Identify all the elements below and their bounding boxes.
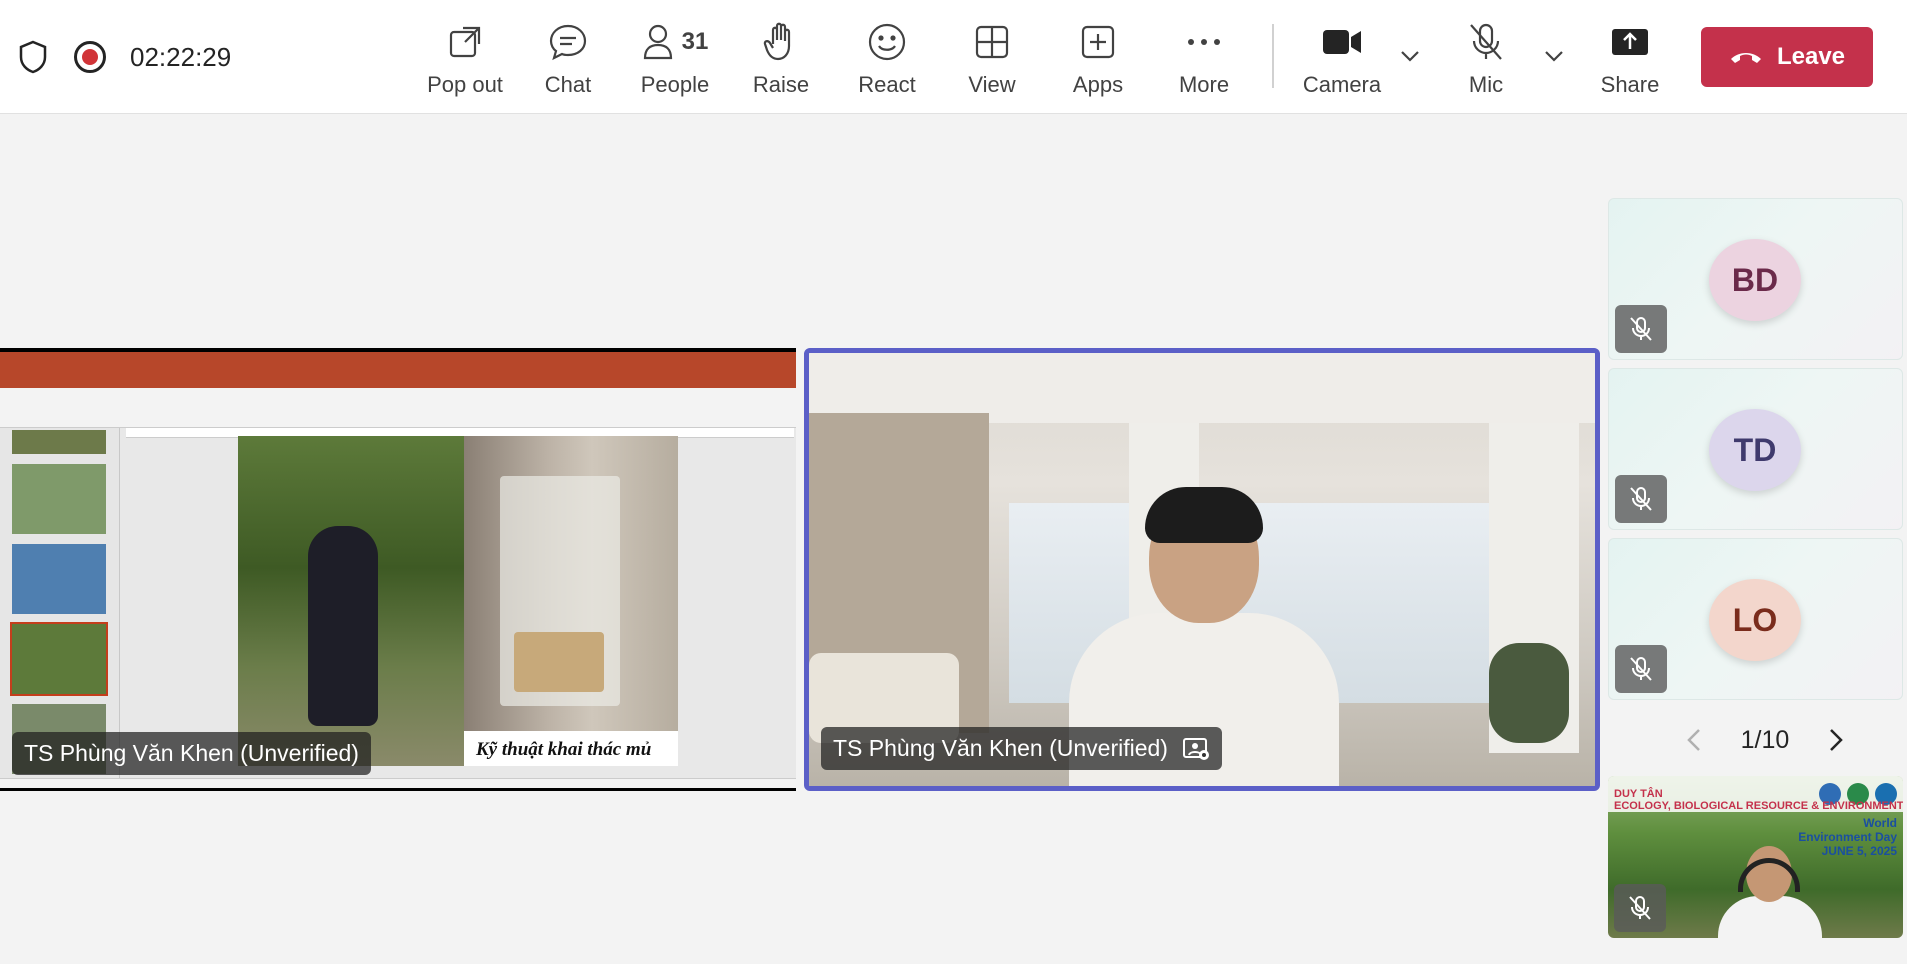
chat-button[interactable]: Chat xyxy=(526,20,610,100)
hang-up-icon xyxy=(1730,53,1761,63)
raise-hand-button[interactable]: Raise xyxy=(740,20,822,100)
pager-text: 1/10 xyxy=(1740,725,1790,754)
mic-button[interactable]: Mic xyxy=(1448,20,1524,100)
leave-label: Leave xyxy=(1776,43,1846,70)
camera-options-chevron-icon[interactable] xyxy=(1398,44,1422,68)
mic-off-icon xyxy=(1470,23,1502,60)
share-button[interactable]: Share xyxy=(1590,20,1670,100)
react-label: React xyxy=(858,72,916,97)
slide-thumbnails xyxy=(0,428,120,784)
ppt-status-bar xyxy=(0,778,796,788)
mic-off-icon xyxy=(1629,896,1651,920)
toolbar-divider xyxy=(1272,24,1274,88)
self-view-tile[interactable]: DUY TÂN ECOLOGY, BIOLOGICAL RESOURCE & E… xyxy=(1608,776,1903,938)
add-apps-icon xyxy=(1081,25,1115,59)
slide-thumbnail xyxy=(12,430,106,454)
slide-photo-latex-bag xyxy=(464,436,678,731)
people-count: 31 xyxy=(681,28,709,55)
event-name: World Environment Day xyxy=(1798,816,1897,844)
smiley-icon xyxy=(868,23,906,61)
react-button[interactable]: React xyxy=(845,20,929,100)
raise-label: Raise xyxy=(752,72,810,97)
chat-icon xyxy=(549,24,587,61)
mic-label: Mic xyxy=(1468,72,1504,97)
latex-bag xyxy=(500,476,620,706)
pop-out-icon xyxy=(449,26,481,58)
background-effect-icon xyxy=(1182,737,1209,760)
muted-indicator xyxy=(1615,305,1667,353)
ppt-title-bar xyxy=(0,352,796,374)
camera-label: Camera xyxy=(1302,72,1382,97)
mic-options-chevron-icon[interactable] xyxy=(1542,44,1566,68)
pop-out-button[interactable]: Pop out xyxy=(420,20,510,100)
participant-tile[interactable]: TD xyxy=(1608,368,1903,530)
next-page-icon[interactable] xyxy=(1827,727,1845,753)
mic-off-icon xyxy=(1630,657,1652,681)
muted-indicator xyxy=(1615,645,1667,693)
more-label: More xyxy=(1178,72,1230,97)
apps-button[interactable]: Apps xyxy=(1058,20,1138,100)
more-button[interactable]: More xyxy=(1164,20,1244,100)
recording-icon xyxy=(74,41,106,73)
meeting-timer: 02:22:29 xyxy=(130,42,232,72)
chat-label: Chat xyxy=(544,72,592,97)
avatar: BD xyxy=(1709,239,1801,321)
leave-button[interactable]: Leave xyxy=(1701,27,1873,87)
share-name-tag: TS Phùng Văn Khen (Unverified) xyxy=(12,732,371,775)
camera-icon xyxy=(1323,30,1361,54)
more-icon xyxy=(1188,39,1220,45)
share-presenter-name: TS Phùng Văn Khen (Unverified) xyxy=(24,740,359,766)
apps-label: Apps xyxy=(1072,72,1124,97)
ppt-ribbon xyxy=(0,388,796,428)
avatar: TD xyxy=(1709,409,1801,491)
participant-pager: 1/10 xyxy=(1685,720,1845,760)
speaker-video-tile[interactable]: TS Phùng Văn Khen (Unverified) xyxy=(804,348,1600,791)
people-label: People xyxy=(640,72,710,97)
view-label: View xyxy=(968,72,1016,97)
avatar: LO xyxy=(1709,579,1801,661)
slide-thumbnail xyxy=(12,464,106,534)
banner-title: ECOLOGY, BIOLOGICAL RESOURCE & ENVIRONME… xyxy=(1614,800,1903,812)
raise-hand-icon xyxy=(763,22,791,61)
people-button[interactable]: 31 People xyxy=(630,20,720,100)
video-name-tag: TS Phùng Văn Khen (Unverified) xyxy=(821,727,1222,770)
slide-thumbnail-selected xyxy=(10,622,108,696)
ppt-ribbon-tabs xyxy=(0,374,796,388)
view-grid-icon xyxy=(975,25,1009,59)
participant-tile[interactable]: LO xyxy=(1608,538,1903,700)
people-icon xyxy=(643,24,672,60)
slide-caption: Kỹ thuật khai thác mủ xyxy=(476,739,652,760)
meeting-toolbar: 02:22:29 Pop out Chat 31 People Raise Re… xyxy=(0,0,1907,114)
self-figure xyxy=(1718,846,1822,938)
muted-indicator xyxy=(1615,475,1667,523)
camera-button[interactable]: Camera xyxy=(1300,20,1384,100)
participant-tile[interactable]: BD xyxy=(1608,198,1903,360)
worker-figure xyxy=(308,526,378,726)
share-label: Share xyxy=(1600,72,1660,97)
view-button[interactable]: View xyxy=(952,20,1032,100)
muted-indicator xyxy=(1614,884,1666,932)
share-icon xyxy=(1612,29,1648,55)
slide-photo-worker xyxy=(238,436,464,766)
screen-share-tile[interactable]: Kỹ thuật khai thác mủ TS Phùng Văn Khen … xyxy=(0,348,796,791)
mic-off-icon xyxy=(1630,487,1652,511)
video-participant-name: TS Phùng Văn Khen (Unverified) xyxy=(833,735,1168,761)
pop-out-label: Pop out xyxy=(427,72,503,97)
current-slide: Kỹ thuật khai thác mủ xyxy=(238,436,678,766)
banner-logo: DUY TÂN xyxy=(1614,788,1663,800)
mic-off-icon xyxy=(1630,317,1652,341)
shield-icon[interactable] xyxy=(18,40,48,74)
previous-page-icon[interactable] xyxy=(1685,727,1703,753)
slide-thumbnail xyxy=(12,544,106,614)
shared-presentation: Kỹ thuật khai thác mủ xyxy=(0,352,796,788)
